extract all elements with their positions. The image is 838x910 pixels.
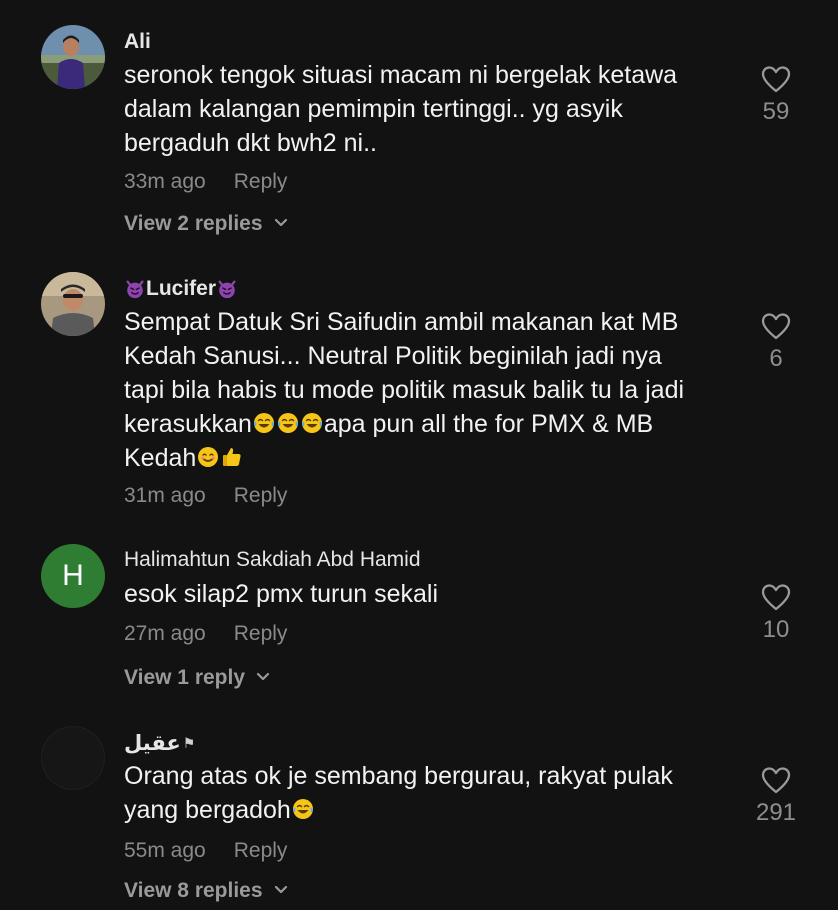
comment-line: Kedah Sanusi... Neutral Politik beginila… <box>124 342 662 370</box>
like-button[interactable]: 6 <box>740 311 812 373</box>
comment-line: Sempat Datuk Sri Saifudin ambil makanan … <box>124 308 679 336</box>
like-button[interactable]: 59 <box>740 64 812 126</box>
flag-icon: ⚑ <box>182 735 196 751</box>
like-count: 59 <box>762 98 790 125</box>
comment-line: Kedah <box>124 441 724 475</box>
comment-text: seronok tengok situasi macam ni bergelak… <box>124 58 724 160</box>
heart-icon <box>760 582 792 614</box>
comment-line: yang bergadoh <box>124 793 724 827</box>
chevron-down-icon <box>255 666 271 690</box>
username[interactable]: Lucifer <box>124 277 238 301</box>
chevron-down-icon <box>273 212 289 236</box>
reply-button[interactable]: Reply <box>234 839 288 862</box>
rofl-emoji <box>252 411 276 435</box>
username-label: عقيل <box>124 732 181 755</box>
comment-line: dalam kalangan pemimpin tertinggi.. yg a… <box>124 95 623 123</box>
reply-button[interactable]: Reply <box>234 170 288 193</box>
comment-line: tapi bila habis tu mode politik masuk ba… <box>124 376 685 404</box>
avatar[interactable] <box>41 726 105 790</box>
comment-line-part: apa pun all the for PMX & MB <box>323 410 654 438</box>
username-label: Lucifer <box>146 277 217 300</box>
like-count: 291 <box>755 799 797 826</box>
comment-line-part: Kedah <box>124 444 197 472</box>
view-replies-button[interactable]: View 2 replies <box>124 212 289 236</box>
avatar[interactable]: H <box>41 544 105 608</box>
rofl-emoji <box>276 411 300 435</box>
rofl-emoji <box>291 797 315 821</box>
timestamp: 33m ago <box>124 170 206 193</box>
view-replies-label: View 2 replies <box>124 212 263 235</box>
devil-emoji <box>216 278 238 300</box>
comment-line: esok silap2 pmx turun sekali <box>124 580 439 608</box>
rofl-emoji <box>300 411 324 435</box>
avatar-letter: H <box>62 559 84 592</box>
timestamp: 31m ago <box>124 484 206 507</box>
comment-line: Orang atas ok je sembang bergurau, rakya… <box>124 762 673 790</box>
timestamp: 27m ago <box>124 622 206 645</box>
comment-meta: 55m ago Reply <box>124 839 287 863</box>
comment-line: bergaduh dkt bwh2 ni.. <box>124 129 377 157</box>
timestamp: 55m ago <box>124 839 206 862</box>
like-button[interactable]: 10 <box>740 582 812 644</box>
like-button[interactable]: 291 <box>740 765 812 827</box>
comment-text: esok silap2 pmx turun sekali <box>124 577 724 611</box>
view-replies-button[interactable]: View 1 reply <box>124 666 271 690</box>
reply-button[interactable]: Reply <box>234 622 288 645</box>
chevron-down-icon <box>273 879 289 903</box>
comment-line: kerasukkan apa pun all the for PMX & MB <box>124 407 724 441</box>
username[interactable]: عقيل ⚑ <box>124 731 195 756</box>
avatar[interactable] <box>41 272 105 336</box>
comment-text: Orang atas ok je sembang bergurau, rakya… <box>124 759 724 827</box>
comment-meta: 27m ago Reply <box>124 622 287 646</box>
comment-line-part: yang bergadoh <box>124 796 291 824</box>
username[interactable]: Ali <box>124 30 151 54</box>
comment-line: seronok tengok situasi macam ni bergelak… <box>124 61 678 89</box>
username[interactable]: Halimahtun Sakdiah Abd Hamid <box>124 548 421 572</box>
comment-line-part: kerasukkan <box>124 410 252 438</box>
heart-icon <box>760 311 792 343</box>
view-replies-label: View 8 replies <box>124 879 263 902</box>
comment-text: Sempat Datuk Sri Saifudin ambil makanan … <box>124 305 724 475</box>
heart-icon <box>760 64 792 96</box>
devil-emoji <box>124 278 146 300</box>
like-count: 6 <box>769 345 783 372</box>
comment-meta: 31m ago Reply <box>124 484 287 508</box>
like-count: 10 <box>762 616 790 643</box>
avatar[interactable] <box>41 25 105 89</box>
view-replies-label: View 1 reply <box>124 666 246 689</box>
smile-emoji <box>196 445 220 469</box>
view-replies-button[interactable]: View 8 replies <box>124 879 289 903</box>
thumbs-up-emoji <box>220 445 244 469</box>
comment-meta: 33m ago Reply <box>124 170 287 194</box>
heart-icon <box>760 765 792 797</box>
reply-button[interactable]: Reply <box>234 484 288 507</box>
